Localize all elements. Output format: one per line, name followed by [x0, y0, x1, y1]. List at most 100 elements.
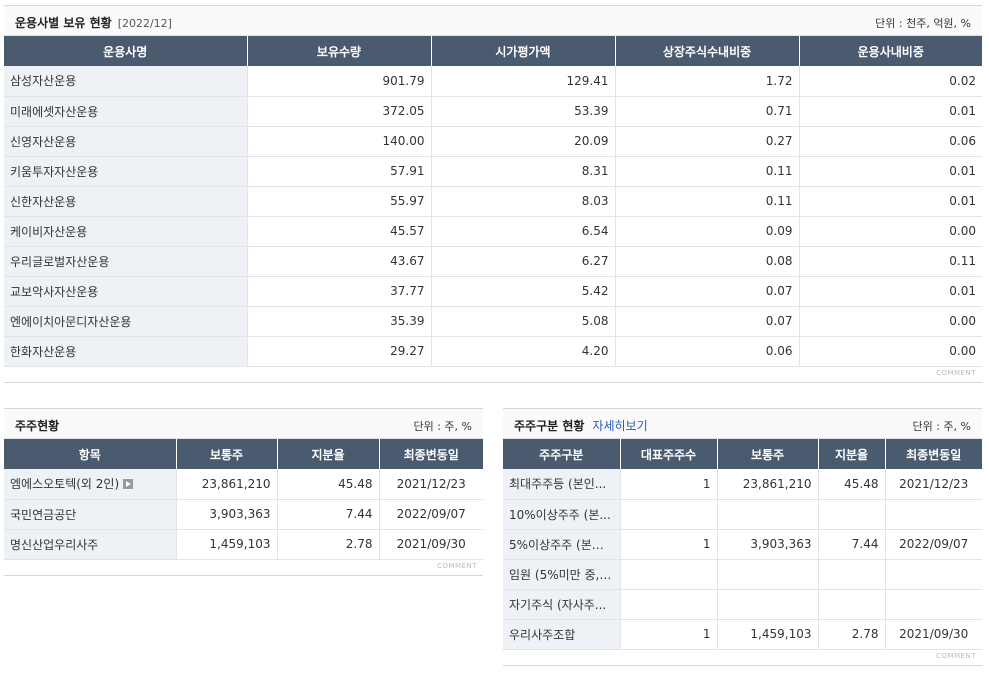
comment-toggle[interactable]: COMMENT — [437, 562, 477, 570]
column-header: 상장주식수내비중 — [615, 36, 800, 66]
common-shares-cell: 3,903,363 — [717, 529, 819, 560]
column-header: 주주구분 — [503, 439, 621, 469]
table-row: 우리글로벌자산운용 43.67 6.27 0.08 0.11 — [4, 246, 982, 277]
holding-qty-cell: 43.67 — [247, 246, 432, 277]
market-value-cell: 6.27 — [431, 246, 616, 277]
shareholder-types-title-text: 주주구분 현황 — [514, 419, 585, 433]
shareholder-types-panel: 주주구분 현황 자세히보기 단위 : 주, % 주주구분 대표주주수 보통주 지분… — [503, 408, 982, 666]
shareholders-panel: 주주현황 단위 : 주, % 항목 보통주 지분율 최종변동일 엠에스오토텍(외… — [4, 408, 483, 576]
table-row: 자기주식 (자사주... — [503, 589, 982, 620]
listed-ratio-cell: 0.08 — [615, 246, 800, 277]
comment-toggle[interactable]: COMMENT — [936, 652, 976, 660]
comment-toggle[interactable]: COMMENT — [936, 369, 976, 377]
shareholders-comment-bar: COMMENT — [4, 560, 483, 576]
shareholders-header: 주주현황 단위 : 주, % — [4, 409, 483, 439]
market-value-cell: 5.42 — [431, 276, 616, 307]
market-value-cell: 6.54 — [431, 216, 616, 247]
shareholder-types-header: 주주구분 현황 자세히보기 단위 : 주, % — [503, 409, 982, 439]
shareholder-types-table: 주주구분 대표주주수 보통주 지분율 최종변동일 최대주주등 (본인... 1 23… — [503, 439, 982, 650]
holder-type-cell: 자기주식 (자사주... — [503, 589, 621, 620]
manager-ratio-cell: 0.01 — [799, 276, 982, 307]
listed-ratio-cell: 0.11 — [615, 156, 800, 187]
last-change-date-cell: 2021/09/30 — [885, 619, 982, 650]
share-ratio-cell — [818, 559, 886, 590]
last-change-date-cell: 2021/12/23 — [885, 469, 982, 500]
holding-qty-cell: 901.79 — [247, 66, 432, 97]
holder-type-cell: 5%이상주주 (본인... — [503, 529, 621, 560]
table-row: 10%이상주주 (본... — [503, 499, 982, 530]
shareholder-types-unit: 단위 : 주, % — [912, 420, 971, 433]
representative-count-cell: 1 — [620, 619, 718, 650]
market-value-cell: 129.41 — [431, 66, 616, 97]
column-header: 지분율 — [818, 439, 886, 469]
table-row: 미래에셋자산운용 372.05 53.39 0.71 0.01 — [4, 96, 982, 127]
manager-comment-bar: COMMENT — [4, 367, 982, 383]
common-shares-cell — [717, 499, 819, 530]
common-shares-cell: 1,459,103 — [717, 619, 819, 650]
holder-name-cell: 명신산업우리사주 — [4, 529, 177, 560]
listed-ratio-cell: 0.71 — [615, 96, 800, 127]
shareholders-unit: 단위 : 주, % — [413, 420, 472, 433]
holder-type-cell: 최대주주등 (본인... — [503, 469, 621, 500]
manager-name-cell: 케이비자산운용 — [4, 216, 248, 247]
holder-name-text: 국민연금공단 — [10, 507, 77, 522]
holder-type-cell: 임원 (5%미만 중, ... — [503, 559, 621, 590]
listed-ratio-cell: 0.07 — [615, 306, 800, 337]
manager-name-cell: 미래에셋자산운용 — [4, 96, 248, 127]
manager-ratio-cell: 0.01 — [799, 96, 982, 127]
listed-ratio-cell: 0.11 — [615, 186, 800, 217]
expand-arrow-icon[interactable] — [123, 479, 134, 490]
share-ratio-cell: 7.44 — [277, 499, 380, 530]
shareholders-header-row: 항목 보통주 지분율 최종변동일 — [4, 439, 483, 469]
representative-count-cell: 1 — [620, 469, 718, 500]
table-row: 키움투자자산운용 57.91 8.31 0.11 0.01 — [4, 156, 982, 187]
share-ratio-cell: 45.48 — [818, 469, 886, 500]
common-shares-cell: 1,459,103 — [176, 529, 278, 560]
manager-holdings-title-text: 운용사별 보유 현황 — [15, 16, 112, 30]
view-details-link[interactable]: 자세히보기 — [592, 419, 647, 433]
manager-name-cell: 우리글로벌자산운용 — [4, 246, 248, 277]
manager-holdings-title: 운용사별 보유 현황 [2022/12] — [15, 14, 172, 31]
table-row: 최대주주등 (본인... 1 23,861,210 45.48 2021/12/23 — [503, 469, 982, 500]
table-row: 엔에이치아문디자산운용 35.39 5.08 0.07 0.00 — [4, 306, 982, 337]
column-header: 대표주주수 — [620, 439, 718, 469]
column-header: 항목 — [4, 439, 177, 469]
share-ratio-cell: 7.44 — [818, 529, 886, 560]
common-shares-cell: 3,903,363 — [176, 499, 278, 530]
last-change-date-cell — [885, 559, 982, 590]
listed-ratio-cell: 0.06 — [615, 336, 800, 367]
manager-ratio-cell: 0.11 — [799, 246, 982, 277]
common-shares-cell — [717, 559, 819, 590]
column-header: 보통주 — [176, 439, 278, 469]
last-change-date-cell — [885, 589, 982, 620]
market-value-cell: 4.20 — [431, 336, 616, 367]
manager-holdings-panel: 운용사별 보유 현황 [2022/12] 단위 : 천주, 억원, % 운용사명 … — [4, 5, 982, 383]
listed-ratio-cell: 0.09 — [615, 216, 800, 247]
holder-type-cell: 우리사주조합 — [503, 619, 621, 650]
column-header: 보통주 — [717, 439, 819, 469]
manager-ratio-cell: 0.01 — [799, 186, 982, 217]
representative-count-cell — [620, 559, 718, 590]
holding-qty-cell: 57.91 — [247, 156, 432, 187]
share-ratio-cell: 2.78 — [818, 619, 886, 650]
share-ratio-cell — [818, 589, 886, 620]
manager-holdings-period: [2022/12] — [117, 17, 172, 30]
manager-ratio-cell: 0.00 — [799, 306, 982, 337]
representative-count-cell — [620, 589, 718, 620]
shareholder-types-header-row: 주주구분 대표주주수 보통주 지분율 최종변동일 — [503, 439, 982, 469]
table-row: 케이비자산운용 45.57 6.54 0.09 0.00 — [4, 216, 982, 247]
holding-qty-cell: 140.00 — [247, 126, 432, 157]
manager-ratio-cell: 0.06 — [799, 126, 982, 157]
market-value-cell: 8.31 — [431, 156, 616, 187]
column-header: 최종변동일 — [885, 439, 982, 469]
shareholder-types-title: 주주구분 현황 자세히보기 — [514, 417, 648, 434]
manager-name-cell: 한화자산운용 — [4, 336, 248, 367]
manager-name-cell: 삼성자산운용 — [4, 66, 248, 97]
share-ratio-cell: 2.78 — [277, 529, 380, 560]
column-header: 운용사명 — [4, 36, 248, 66]
holder-name-text: 엠에스오토텍(외 2인) — [10, 477, 120, 492]
manager-name-cell: 신영자산운용 — [4, 126, 248, 157]
listed-ratio-cell: 0.07 — [615, 276, 800, 307]
listed-ratio-cell: 0.27 — [615, 126, 800, 157]
manager-holdings-body: 삼성자산운용 901.79 129.41 1.72 0.02 미래에셋자산운용 372.05… — [4, 66, 982, 367]
